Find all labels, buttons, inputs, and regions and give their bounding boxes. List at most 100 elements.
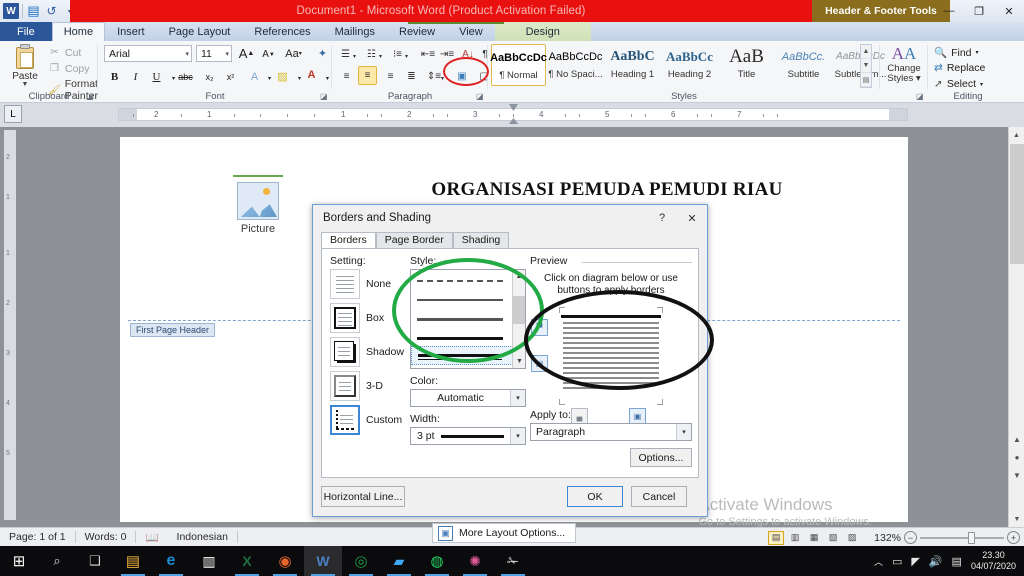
border-color-combo[interactable]: Automatic ▾ [410,389,526,407]
undo-icon[interactable]: ↺ [44,3,59,19]
dialog-close-button[interactable]: ✕ [677,205,707,231]
styles-scroll-down-icon[interactable]: ▼ [861,59,871,73]
vertical-scrollbar[interactable]: ▲ ▲ ● ▼ ▼ [1008,127,1024,527]
align-left-icon[interactable]: ≡ [337,67,356,86]
change-case-button[interactable]: Aa ▾ [284,44,303,63]
tab-insert[interactable]: Insert [105,22,157,41]
top-border-button[interactable]: ▀ [531,319,548,336]
multilevel-list-icon[interactable]: ⁝≡ [389,45,406,64]
style-subtitle[interactable]: AaBbCc. Subtitle [776,44,831,86]
bullets-dropdown-icon[interactable]: ▾ [353,47,356,66]
color-dropdown-icon[interactable]: ▾ [510,390,525,406]
superscript-button[interactable]: x² [221,67,240,86]
minimize-button[interactable]: — [934,0,964,22]
view-web-layout-icon[interactable]: ▦ [806,531,822,545]
border-width-combo[interactable]: 3 pt ▾ [410,427,526,445]
font-dialog-launcher[interactable]: ◪ [320,92,329,101]
scrollbar-thumb[interactable] [1010,144,1024,264]
shrink-font-button[interactable]: A ▼ [259,45,278,64]
taskbar-clock[interactable]: 23.30 04/07/2020 [971,550,1016,572]
tab-design[interactable]: Design [494,22,591,41]
subscript-button[interactable]: x₂ [200,67,219,86]
vertical-ruler[interactable]: 2 1 1 2 3 4 5 [4,130,16,520]
style-title[interactable]: AaB Title [719,44,774,86]
start-button[interactable]: ⊞ [0,546,38,576]
bullets-icon[interactable]: ☰ [337,45,354,64]
font-name-dropdown-icon[interactable]: ▾ [185,50,189,58]
show-hidden-icons[interactable]: ︿ [874,555,883,568]
width-dropdown-icon[interactable]: ▾ [510,428,525,444]
taskbar-app-paint[interactable]: ✺ [456,546,494,576]
change-styles-button[interactable]: AA Change Styles ▾ [880,44,928,84]
paste-button[interactable]: Paste ▼ [6,44,44,88]
bold-button[interactable]: B [105,67,124,86]
style-heading-2[interactable]: AaBbCc Heading 2 [662,44,717,86]
close-button[interactable]: ✕ [994,0,1024,22]
tab-file[interactable]: File [0,22,52,41]
clear-formatting-icon[interactable]: ✦ [313,44,332,63]
wifi-icon[interactable]: ◤ [911,555,919,568]
setting-option-box[interactable]: Box [330,303,408,333]
language-indicator[interactable]: Indonesian [168,528,237,547]
setting-option-3d[interactable]: 3-D [330,371,408,401]
ok-button[interactable]: OK [567,486,623,507]
volume-icon[interactable]: 🔊 [929,555,943,568]
clipboard-dialog-launcher[interactable]: ◪ [86,92,95,101]
paste-dropdown-icon[interactable]: ▼ [6,81,44,88]
search-icon[interactable]: ⌕ [38,546,76,576]
taskbar-app-whatsapp[interactable]: ◍ [418,546,456,576]
multilevel-dropdown-icon[interactable]: ▾ [405,47,408,66]
styles-dialog-launcher[interactable]: ◪ [916,92,925,101]
borders-and-shading-dialog[interactable]: Borders and Shading ? ✕ Borders Page Bor… [312,204,708,517]
dialog-help-button[interactable]: ? [647,205,677,231]
taskbar-app-store[interactable]: ▥ [190,546,228,576]
style-scroll-up-icon[interactable]: ▲ [513,270,525,283]
styles-more-icon[interactable]: ▤ [861,73,871,87]
styles-scrollbar[interactable]: ▲ ▼ ▤ [860,44,872,88]
word-app-icon[interactable]: W [3,3,19,19]
apply-to-combo[interactable]: Paragraph ▾ [530,423,692,441]
select-dropdown-icon[interactable]: ▾ [980,81,983,88]
preview-paragraph-diagram[interactable] [561,309,661,401]
font-size-dropdown-icon[interactable]: ▾ [225,50,229,58]
zoom-out-button[interactable]: − [904,531,917,544]
tab-mailings[interactable]: Mailings [323,22,387,41]
proofing-errors-icon[interactable]: 📖 [136,528,167,547]
font-name-input[interactable]: Arial ▾ [104,45,192,62]
battery-icon[interactable]: ▭ [892,555,902,568]
line-spacing-icon[interactable]: ⇕≡ [426,67,442,86]
copy-button[interactable]: ❐ Copy [48,62,90,75]
previous-page-icon[interactable]: ▲ [1009,431,1024,447]
numbering-icon[interactable]: ☷ [363,45,380,64]
word-count[interactable]: Words: 0 [76,528,136,547]
grow-font-button[interactable]: A ▲ [237,44,256,63]
tab-stop-selector[interactable]: L [4,105,22,123]
view-outline-icon[interactable]: ▧ [825,531,841,545]
zoom-slider[interactable] [920,528,1004,547]
apply-to-dropdown-icon[interactable]: ▾ [676,424,691,440]
style-heading-1[interactable]: AaBbC Heading 1 [605,44,660,86]
tab-view[interactable]: View [447,22,495,41]
preview-diagram[interactable]: ▀ ▤ ▄ ▣ [531,303,691,425]
inside-horizontal-border-button[interactable]: ▤ [531,355,548,372]
setting-option-shadow[interactable]: Shadow [330,337,408,367]
strikethrough-button[interactable]: abc [176,67,195,86]
find-dropdown-icon[interactable]: ▾ [976,49,979,56]
styles-scroll-up-icon[interactable]: ▲ [861,45,871,59]
select-button[interactable]: ➚ Select ▾ [934,78,983,90]
picture-placeholder[interactable]: Picture [233,175,283,244]
taskbar-app-firefox[interactable]: ◉ [266,546,304,576]
line-spacing-dropdown-icon[interactable]: ▾ [441,69,444,88]
style-option-thin[interactable] [411,289,525,308]
tab-references[interactable]: References [242,22,322,41]
save-icon[interactable]: ▤ [26,3,41,19]
view-draft-icon[interactable]: ▨ [844,531,860,545]
tab-review[interactable]: Review [387,22,447,41]
restore-button[interactable]: ❐ [964,0,994,22]
paragraph-dialog-launcher[interactable]: ◪ [476,92,485,101]
italic-button[interactable]: I [126,67,145,86]
select-browse-object-icon[interactable]: ● [1009,449,1024,465]
style-normal[interactable]: AaBbCcDc ¶ Normal [490,44,547,86]
taskbar-app-file-explorer[interactable]: ▤ [114,546,152,576]
zoom-level[interactable]: 132% [874,532,901,544]
